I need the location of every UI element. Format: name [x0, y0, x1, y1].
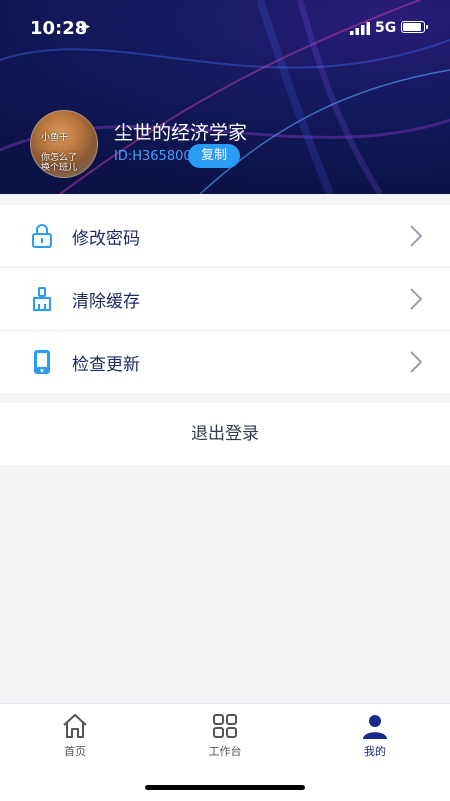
grid-icon [213, 714, 237, 738]
menu-item-check-update[interactable]: 检查更新 [0, 331, 450, 393]
home-indicator [145, 785, 305, 790]
tab-mine[interactable]: 我的 [335, 712, 415, 759]
menu-item-clear-cache[interactable]: 清除缓存 [0, 268, 450, 331]
menu-item-label: 检查更新 [72, 355, 140, 375]
menu-item-label: 清除缓存 [72, 292, 140, 312]
battery-icon [401, 21, 428, 33]
settings-menu: 修改密码 清除缓存 检查更新 [0, 205, 450, 393]
tab-home[interactable]: 首页 [35, 712, 115, 759]
chevron-right-icon [410, 288, 422, 310]
chevron-right-icon [410, 351, 422, 373]
lock-icon [32, 224, 52, 248]
tab-label: 首页 [64, 745, 86, 758]
tab-label: 我的 [364, 745, 386, 758]
user-id: ID:H365800 [114, 149, 192, 164]
copy-id-button[interactable]: 复制 [188, 144, 240, 168]
menu-item-change-password[interactable]: 修改密码 [0, 205, 450, 268]
signal-icon [350, 22, 370, 35]
profile-screen: 10:28 ➤ 5G 小鱼干 你怎么了 换个班儿 尘世的经济学家 ID:H365… [0, 0, 450, 801]
location-arrow-icon: ➤ [79, 19, 91, 35]
profile-header: 10:28 ➤ 5G 小鱼干 你怎么了 换个班儿 尘世的经济学家 ID:H365… [0, 0, 450, 194]
tab-workbench[interactable]: 工作台 [185, 712, 265, 759]
home-icon [63, 714, 87, 738]
user-name: 尘世的经济学家 [114, 122, 248, 144]
avatar-caption-2: 你怎么了 [41, 153, 78, 163]
status-bar: 10:28 ➤ 5G [0, 16, 450, 44]
chevron-right-icon [410, 225, 422, 247]
logout-button[interactable]: 退出登录 [0, 403, 450, 465]
avatar-caption-1: 小鱼干 [41, 133, 69, 143]
menu-item-label: 修改密码 [72, 229, 140, 249]
network-type: 5G [375, 20, 397, 36]
tab-label: 工作台 [208, 745, 242, 758]
person-icon [363, 715, 387, 739]
phone-icon [34, 350, 50, 374]
avatar[interactable]: 小鱼干 你怎么了 换个班儿 [30, 110, 98, 178]
brush-icon [33, 287, 51, 311]
avatar-caption-3: 换个班儿 [41, 163, 78, 173]
